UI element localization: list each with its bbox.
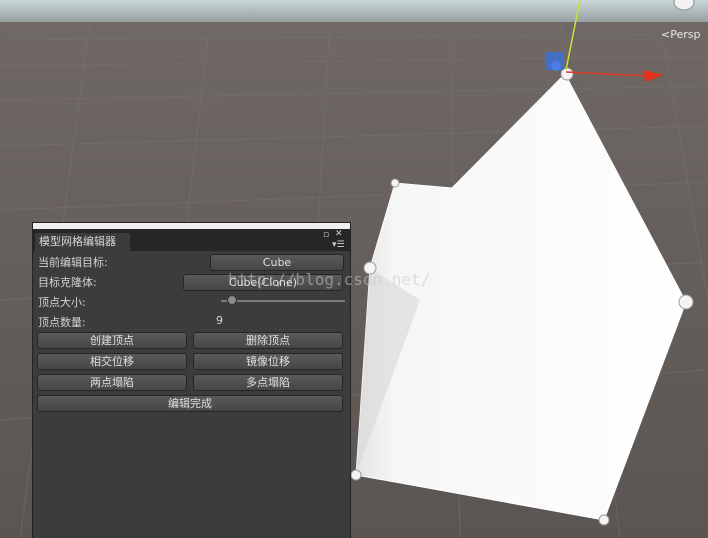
clone-label: 目标克隆体: [38,276,97,289]
chevron-left-icon: < [661,28,671,41]
vertex-handle [363,261,377,275]
intersect-move-button[interactable]: 相交位移 [37,353,187,370]
tab-bar: 模型网格编辑器 ▫ ✕ ▾☰ [33,229,350,251]
create-vertex-button[interactable]: 创建顶点 [37,332,187,349]
close-icon[interactable]: ✕ [335,230,343,239]
vertex-size-slider-track[interactable] [221,300,345,302]
vertex-count-value: 9 [216,314,223,327]
view-label: Persp [670,28,701,41]
vertex-count-label: 顶点数量: [38,316,86,329]
tab-mesh-editor[interactable]: 模型网格编辑器 [35,233,130,251]
delete-vertex-button[interactable]: 删除顶点 [193,332,343,349]
mesh-editor-window: 模型网格编辑器 ▫ ✕ ▾☰ 当前编辑目标: Cube 目标克隆体: Cube(… [33,223,350,538]
vertex-size-label: 顶点大小: [38,296,86,309]
two-point-collapse-button[interactable]: 两点塌陷 [37,374,187,391]
maximize-icon[interactable]: ▫ [323,231,329,240]
vertex-handle [598,514,610,526]
vertex-handle [350,469,362,481]
tab-menu-icon[interactable]: ▾☰ [332,241,345,250]
clone-field[interactable]: Cube(Clone) [183,274,343,291]
vertex-handle [678,294,694,310]
gizmo-center [551,61,561,71]
multi-point-collapse-button[interactable]: 多点塌陷 [193,374,343,391]
perspective-label[interactable]: <Persp [661,28,700,41]
vertex-handle [390,178,400,188]
finish-edit-button[interactable]: 编辑完成 [37,395,343,412]
current-target-label: 当前编辑目标: [38,256,108,269]
vertex-size-slider-thumb[interactable] [226,295,237,305]
mirror-move-button[interactable]: 镜像位移 [193,353,343,370]
current-target-field[interactable]: Cube [210,254,344,271]
